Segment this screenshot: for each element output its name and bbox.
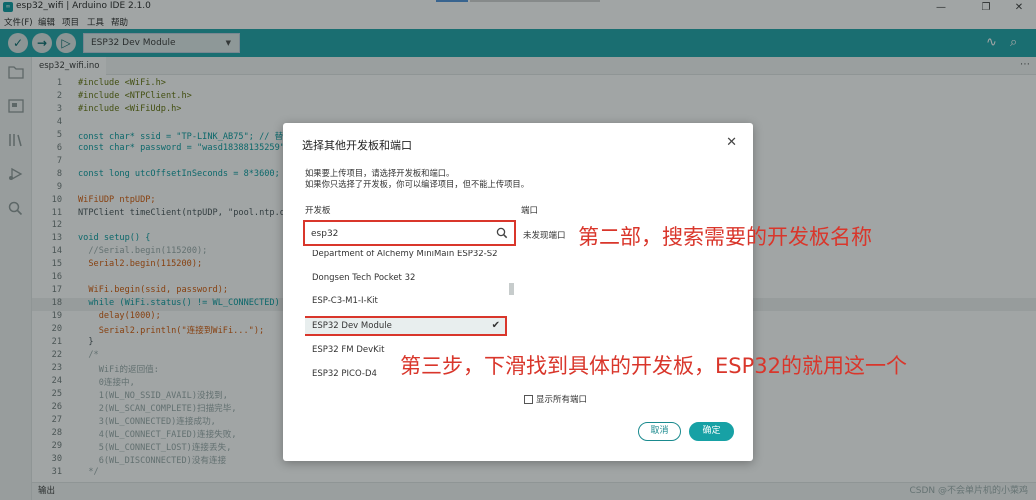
show-all-ports[interactable]: 显示所有端口 — [524, 393, 587, 405]
board-item-esp32-dev-module[interactable]: ESP32 Dev Module ✔ — [305, 316, 507, 336]
show-all-ports-label: 显示所有端口 — [536, 395, 588, 405]
annotation-step3: 第三步，下滑找到具体的开发板，ESP32的就用这一个 — [400, 354, 907, 378]
annotation-step2: 第二部，搜索需要的开发板名称 — [578, 225, 872, 249]
board-list-scrollbar[interactable] — [509, 283, 514, 295]
dialog-title: 选择其他开发板和端口 — [302, 139, 412, 152]
boards-column-label: 开发板 — [305, 206, 331, 216]
dialog-description-2: 如果你只选择了开发板，你可以编译项目，但不能上传项目。 — [305, 179, 530, 189]
board-search-input[interactable] — [311, 226, 491, 241]
ok-button[interactable]: 确定 — [689, 422, 734, 441]
board-item-alchemy[interactable]: Department of Alchemy MiniMain ESP32-S2 — [305, 250, 509, 264]
no-ports-label: 未发现端口 — [523, 231, 566, 241]
checkmark-icon: ✔ — [491, 320, 500, 331]
ports-column-label: 端口 — [521, 206, 539, 216]
board-search-box[interactable] — [303, 220, 516, 246]
board-item-esp-c3[interactable]: ESP-C3-M1-I-Kit — [305, 291, 509, 311]
select-board-dialog: 选择其他开发板和端口 ✕ 如果要上传项目，请选择开发板和端口。 如果你只选择了开… — [283, 123, 753, 461]
cancel-button[interactable]: 取消 — [638, 422, 681, 441]
search-icon[interactable] — [496, 227, 508, 239]
close-icon[interactable]: ✕ — [726, 135, 737, 150]
board-item-dongsen[interactable]: Dongsen Tech Pocket 32 — [305, 268, 509, 288]
arduino-ide-window: ∞ esp32_wifi | Arduino IDE 2.1.0 — ❐ ✕ 文… — [0, 0, 1036, 500]
show-all-ports-checkbox[interactable] — [524, 395, 533, 404]
board-item-label: ESP32 Dev Module — [312, 321, 392, 331]
